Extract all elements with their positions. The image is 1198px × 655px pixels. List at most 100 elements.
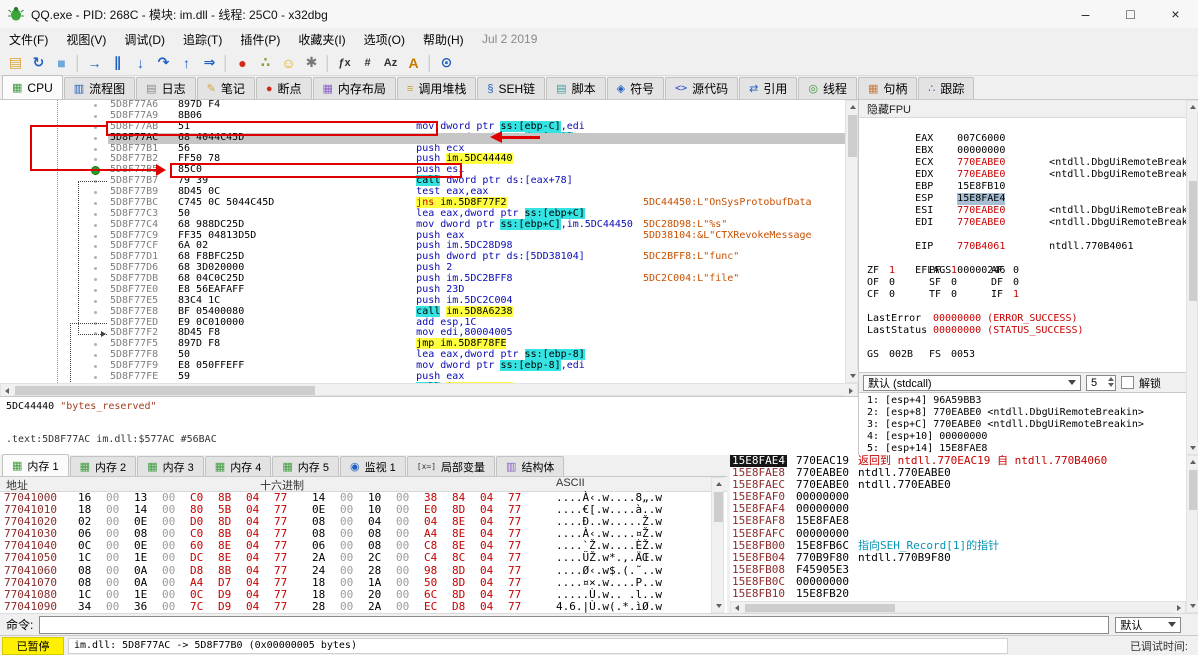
command-profile-select[interactable]: 默认 <box>1115 616 1182 633</box>
tab-locals[interactable]: [x=] 局部变量 <box>406 456 496 476</box>
disasm-row[interactable]: 5D8F77E8 BF 05400080 mov edi,80004005 <box>0 306 845 338</box>
scroll-up-button[interactable] <box>846 101 858 113</box>
step-into-icon[interactable]: ↓ <box>129 52 152 74</box>
open-file-icon[interactable]: ▤ <box>4 52 27 74</box>
info-search-icon[interactable]: ⊙ <box>435 52 458 74</box>
tab-trace[interactable]: ∴ 跟踪 <box>918 77 975 99</box>
unlock-checkbox[interactable] <box>1121 376 1134 389</box>
menu-item[interactable]: 文件(F) <box>0 28 57 50</box>
minimize-button[interactable]: – <box>1063 0 1108 28</box>
trace-icon[interactable]: ∴ <box>254 52 277 74</box>
breakpoint-dot[interactable] <box>94 104 97 107</box>
step-out-icon[interactable]: ↑ <box>175 52 198 74</box>
scroll-up-button[interactable] <box>1187 456 1198 468</box>
tab-references[interactable]: ⇄ 引用 <box>739 77 798 99</box>
tab-breakpoints[interactable]: ● 断点 <box>255 77 312 99</box>
tab-call-stack[interactable]: ≡ 调用堆栈 <box>396 77 477 99</box>
settings-gear-icon[interactable]: ✱ <box>300 52 323 74</box>
step-over-icon[interactable]: ↷ <box>152 52 175 74</box>
tab-memory-5[interactable]: ▦ 内存 5 <box>272 456 339 476</box>
tab-memory-1[interactable]: ▦ 内存 1 <box>2 454 69 476</box>
stack-hscrollbar[interactable] <box>730 601 1186 614</box>
memory-dump-pane[interactable]: 地址 十六进制 ASCII 77041000 16 00 13 00 C0 8B 04 77 1… <box>0 477 727 613</box>
breakpoint-dot[interactable] <box>94 158 97 162</box>
stop-icon[interactable]: ■ <box>50 52 73 74</box>
scroll-thumb[interactable] <box>15 386 315 395</box>
disasm-vscrollbar[interactable] <box>845 100 858 383</box>
close-button[interactable]: × <box>1153 0 1198 28</box>
toolbar-separator[interactable]: │ <box>73 52 83 74</box>
disassembly-pane[interactable]: 5D8F77A6 897D F4 mov dword ptr ss:[ebp-C… <box>0 100 858 383</box>
tab-handles[interactable]: ▦ 句柄 <box>858 77 918 99</box>
hide-fpu-button[interactable]: 隐藏FPU <box>859 101 919 117</box>
stack-row[interactable]: 15E8FAF8 15E8FAE8 <box>730 515 1186 527</box>
pause-icon[interactable]: ∥ <box>106 52 129 74</box>
menu-item[interactable]: 调试(D) <box>115 28 174 50</box>
tab-threads[interactable]: ◎ 线程 <box>798 77 857 99</box>
tab-log[interactable]: ▤ 日志 <box>136 77 196 99</box>
tab-symbols[interactable]: ◈ 符号 <box>606 77 665 99</box>
menu-item[interactable]: 追踪(T) <box>174 28 231 50</box>
menu-item[interactable]: 视图(V) <box>57 28 115 50</box>
dump-row[interactable]: 77041060 08 00 0A 00 D8 8B 04 77 24 00 28 00 98 8D 04 7… <box>0 564 727 577</box>
scroll-up-button[interactable] <box>712 478 725 490</box>
scroll-thumb[interactable] <box>1189 181 1197 301</box>
menu-item[interactable]: 帮助(H) <box>414 28 473 50</box>
menu-item[interactable]: 选项(O) <box>355 28 414 50</box>
stack-pane[interactable]: 15E8FAE4 770EAC19 返回到 ntdll.770EAC19 自 n… <box>730 455 1186 601</box>
highlight-icon[interactable]: A <box>402 52 425 74</box>
az-icon[interactable]: Az <box>379 52 402 74</box>
toolbar-separator[interactable]: │ <box>425 52 435 74</box>
argument-row[interactable]: 5: [esp+14] 15E8FAE8 <box>859 443 1186 455</box>
cpu-flag[interactable]: SF 0 <box>929 277 991 289</box>
tab-struct[interactable]: ▥ 结构体 <box>496 456 565 476</box>
tab-memory-2[interactable]: ▦ 内存 2 <box>69 456 137 476</box>
tab-source[interactable]: <> 源代码 <box>665 77 739 99</box>
argument-row[interactable]: 2: [esp+8] 770EABE0 <ntdll.DbgUiRemoteBr… <box>859 407 1186 419</box>
cpu-flag[interactable]: DF 0 <box>991 277 1053 289</box>
menu-item[interactable]: 收藏夹(I) <box>289 28 354 50</box>
cpu-flag[interactable]: IF 1 <box>991 289 1053 301</box>
maximize-button[interactable]: □ <box>1108 0 1153 28</box>
tab-memory-3[interactable]: ▦ 内存 3 <box>137 456 204 476</box>
tab-graph[interactable]: ▥ 流程图 <box>63 77 136 99</box>
tab-cpu[interactable]: ▦ CPU <box>2 75 63 99</box>
scroll-down-button[interactable] <box>846 370 858 382</box>
stack-row[interactable]: 15E8FAFC 00000000 <box>730 527 1186 540</box>
scroll-thumb[interactable] <box>1189 470 1197 510</box>
dump-row[interactable]: 77041050 1C 00 1E 00 DC 8E 04 77 2A 00 2C 00 C4 8C 04 7… <box>0 552 727 564</box>
register-row[interactable]: EAX 007C6000 <box>859 121 1186 144</box>
tab-script[interactable]: ▤ 脚本 <box>546 77 606 99</box>
smiley-icon[interactable]: ☺ <box>277 52 300 74</box>
registers-vscrollbar[interactable] <box>1186 100 1198 455</box>
tab-memory-4[interactable]: ▦ 内存 4 <box>204 456 272 476</box>
cpu-flag[interactable]: PF 1 <box>929 265 991 277</box>
argument-row[interactable]: 3: [esp+C] 770EABE0 <ntdll.DbgUiRemoteBr… <box>859 419 1186 431</box>
cpu-flag[interactable]: CF 0 <box>867 289 929 301</box>
convention-select[interactable]: 默认 (stdcall) <box>863 374 1081 391</box>
stack-row[interactable]: 15E8FB00 15E8FB6C 指向SEH_Record[1]的指针 <box>730 539 1186 552</box>
cpu-flag[interactable]: TF 0 <box>929 289 991 301</box>
stack-row[interactable]: 15E8FB10 15E8FB20 <box>730 587 1186 600</box>
argument-row[interactable]: 4: [esp+10] 00000000 <box>859 431 1186 443</box>
scroll-thumb[interactable] <box>714 492 723 522</box>
disasm-row[interactable]: 5D8F77C3 50 push eax <box>0 208 845 241</box>
disasm-row[interactable]: 5D8F77C4 68 988DC25D push im.5DC28D98 5D… <box>0 219 845 251</box>
argument-row[interactable]: 1: [esp+4] 96A59BB3 <box>859 395 1186 407</box>
disasm-hscrollbar[interactable] <box>0 383 858 397</box>
tab-seh[interactable]: § SEH链 <box>477 77 546 99</box>
tab-notes[interactable]: ✎ 笔记 <box>196 77 255 99</box>
dump-vscrollbar[interactable] <box>711 477 725 613</box>
cpu-flag[interactable]: ZF 1 <box>867 265 929 277</box>
breakpoint-dot[interactable] <box>94 136 97 140</box>
scroll-down-button[interactable] <box>1187 442 1198 454</box>
scroll-thumb[interactable] <box>745 604 895 612</box>
disasm-row[interactable]: 5D8F77FE 59 pop ecx <box>0 371 845 383</box>
scroll-down-button[interactable] <box>712 600 725 612</box>
run-to-cursor-icon[interactable]: ⇒ <box>198 52 221 74</box>
stack-vscrollbar[interactable] <box>1186 455 1198 613</box>
restart-icon[interactable]: ↻ <box>27 52 50 74</box>
dump-row[interactable]: 77041070 08 00 0A 00 A4 D7 04 77 18 00 1A 00 50 8D 04 7… <box>0 576 727 589</box>
fx-icon[interactable]: ƒx <box>333 52 356 74</box>
tab-memory-map[interactable]: ▦ 内存布局 <box>312 77 396 99</box>
